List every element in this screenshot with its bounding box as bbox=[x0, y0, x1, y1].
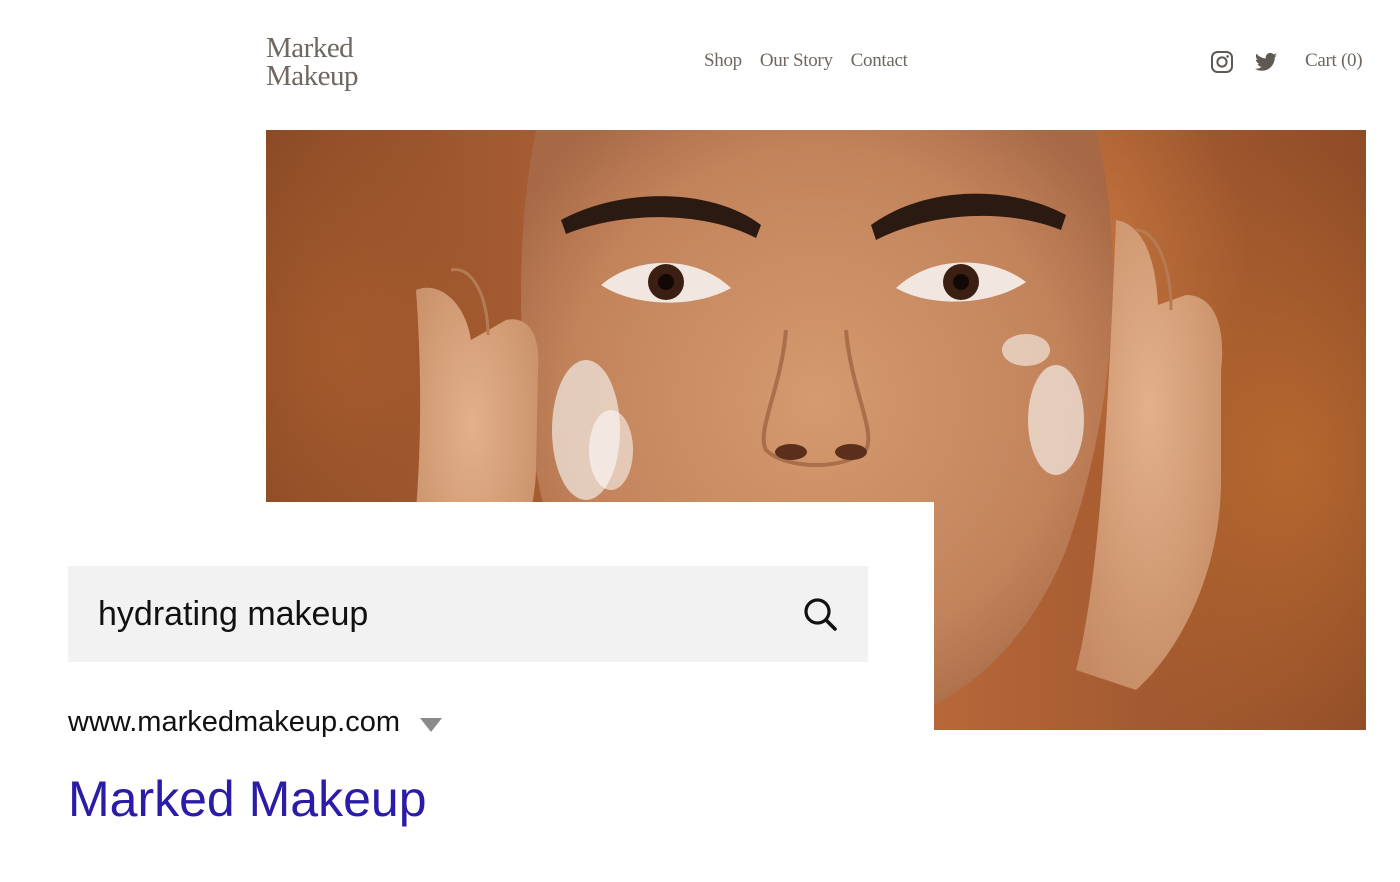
cart-link[interactable]: Cart (0) bbox=[1305, 50, 1363, 72]
main-nav: Shop Our Story Contact bbox=[704, 50, 908, 72]
brand-logo-line1: Marked bbox=[266, 32, 354, 64]
brand-logo[interactable]: Marked Makeup bbox=[266, 32, 359, 92]
search-icon[interactable] bbox=[802, 596, 838, 632]
result-url-row: www.markedmakeup.com bbox=[68, 706, 442, 739]
brand-logo-line2: Makeup bbox=[266, 60, 359, 92]
search-query[interactable]: hydrating makeup bbox=[98, 595, 802, 634]
twitter-icon[interactable] bbox=[1254, 50, 1278, 74]
chevron-down-icon[interactable] bbox=[420, 717, 442, 732]
result-url[interactable]: www.markedmakeup.com bbox=[68, 706, 400, 739]
nav-contact[interactable]: Contact bbox=[851, 50, 908, 72]
nav-our-story[interactable]: Our Story bbox=[760, 50, 833, 72]
nav-shop[interactable]: Shop bbox=[704, 50, 742, 72]
search-input[interactable]: hydrating makeup bbox=[68, 566, 868, 662]
result-title-link[interactable]: Marked Makeup bbox=[68, 770, 427, 828]
instagram-icon[interactable] bbox=[1210, 50, 1234, 74]
